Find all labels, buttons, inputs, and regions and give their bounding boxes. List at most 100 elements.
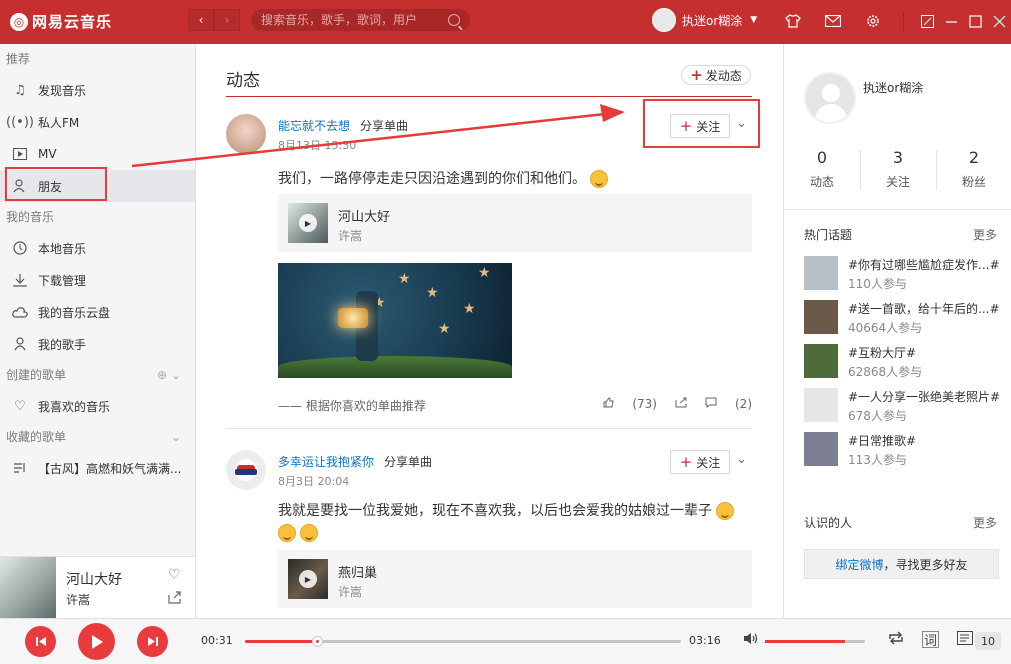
stat-dynamics[interactable]: 0 动态 bbox=[784, 148, 860, 190]
search-input[interactable] bbox=[261, 13, 448, 27]
play-icon[interactable]: ▶ bbox=[299, 214, 317, 232]
user-menu[interactable]: 执迷or糊涂 ▼ bbox=[652, 8, 757, 32]
topic-title[interactable]: #日常推歌# bbox=[848, 432, 1002, 449]
song-artist[interactable]: 许嵩 bbox=[338, 583, 362, 600]
topic-item[interactable]: #互粉大厅# 62868人参与 bbox=[804, 344, 1004, 382]
bind-weibo-button[interactable]: 绑定微博 ，寻找更多好友 bbox=[804, 549, 999, 579]
song-artist[interactable]: 许嵩 bbox=[338, 227, 362, 244]
profile-stats: 0 动态 3 关注 2 粉丝 bbox=[784, 148, 1011, 190]
play-icon[interactable]: ▶ bbox=[299, 570, 317, 588]
topic-title[interactable]: #互粉大厅# bbox=[848, 344, 1002, 361]
topic-title[interactable]: #你有过哪些尴尬症发作...# bbox=[848, 256, 1002, 273]
avatar[interactable] bbox=[226, 114, 266, 154]
add-playlist-icon[interactable]: ⊕ bbox=[157, 368, 167, 382]
song-title[interactable]: 河山大好 bbox=[338, 206, 390, 225]
sidebar-item-liked[interactable]: ♡ 我喜欢的音乐 bbox=[0, 390, 195, 422]
like-button[interactable]: (73) bbox=[603, 397, 657, 411]
stat-label: 关注 bbox=[885, 175, 910, 189]
follow-button[interactable]: + 关注 bbox=[670, 450, 730, 474]
sidebar-section-recommend: 推荐 bbox=[6, 52, 31, 66]
feed-timestamp: 8月3日 20:04 bbox=[278, 475, 350, 488]
topic-item[interactable]: #送一首歌，给十年后的...# 40664人参与 bbox=[804, 300, 1004, 338]
song-cover[interactable]: ▶ bbox=[288, 559, 328, 599]
topic-item[interactable]: #你有过哪些尴尬症发作...# 110人参与 bbox=[804, 256, 1004, 294]
topic-title[interactable]: #一人分享一张绝美老照片# bbox=[848, 388, 1002, 405]
forward-button[interactable]: › bbox=[214, 9, 240, 31]
chevron-down-icon[interactable]: ⌄ bbox=[171, 368, 181, 382]
maximize-icon[interactable] bbox=[965, 11, 985, 31]
skin-icon[interactable] bbox=[783, 11, 803, 31]
star-decoration-icon: ★ bbox=[463, 301, 476, 317]
sidebar-item-playlist[interactable]: 【古风】高燃和妖气满满... bbox=[0, 452, 195, 484]
settings-gear-icon[interactable] bbox=[863, 11, 883, 31]
chevron-down-icon[interactable]: ⌄ bbox=[736, 452, 747, 467]
stat-following[interactable]: 3 关注 bbox=[860, 148, 936, 190]
profile-username[interactable]: 执迷or糊涂 bbox=[863, 79, 923, 96]
album-cover[interactable] bbox=[0, 557, 56, 619]
play-button[interactable] bbox=[78, 623, 115, 660]
chevron-down-icon[interactable]: ▼ bbox=[750, 15, 757, 25]
sidebar-item-discover[interactable]: ♫ 发现音乐 bbox=[0, 74, 195, 106]
share-icon[interactable] bbox=[168, 591, 181, 608]
sidebar-item-label: 我的歌手 bbox=[38, 337, 87, 352]
avatar[interactable] bbox=[804, 72, 856, 124]
sidebar-item-local[interactable]: 本地音乐 bbox=[0, 232, 195, 264]
post-dynamic-button[interactable]: + 发动态 bbox=[681, 65, 751, 85]
share-button[interactable] bbox=[675, 397, 687, 411]
now-playing-panel[interactable]: 河山大好 许嵩 ♡ bbox=[0, 556, 196, 619]
sidebar-item-mv[interactable]: MV bbox=[0, 138, 195, 170]
hot-topics-more-link[interactable]: 更多 bbox=[973, 226, 997, 243]
like-heart-icon[interactable]: ♡ bbox=[168, 567, 181, 583]
image-grass bbox=[278, 356, 512, 378]
sidebar-item-singers[interactable]: 我的歌手 bbox=[0, 328, 195, 360]
song-card[interactable]: ▶ 燕归巢 许嵩 bbox=[278, 550, 752, 608]
search-box[interactable] bbox=[251, 9, 470, 31]
app-name: 网易云音乐 bbox=[32, 13, 113, 31]
search-icon[interactable] bbox=[448, 14, 460, 26]
share-icon bbox=[675, 397, 687, 408]
panel-divider bbox=[784, 209, 1011, 210]
download-icon bbox=[12, 272, 28, 288]
song-card[interactable]: ▶ 河山大好 许嵩 bbox=[278, 194, 752, 252]
bind-weibo-link[interactable]: 绑定微博 bbox=[835, 556, 883, 573]
player-bar: 00:31 03:16 词 10 bbox=[0, 618, 1011, 664]
stat-fans[interactable]: 2 粉丝 bbox=[936, 148, 1011, 190]
sidebar-item-fm[interactable]: ((•)) 私人FM bbox=[0, 106, 195, 138]
heart-icon: ♡ bbox=[14, 398, 26, 414]
next-track-button[interactable] bbox=[137, 626, 168, 657]
minimize-icon[interactable] bbox=[941, 11, 961, 31]
close-icon[interactable] bbox=[989, 11, 1009, 31]
sidebar-item-label: 我喜欢的音乐 bbox=[38, 399, 111, 414]
previous-track-button[interactable] bbox=[25, 626, 56, 657]
sidebar-item-download[interactable]: 下载管理 bbox=[0, 264, 195, 296]
known-people-more-link[interactable]: 更多 bbox=[973, 514, 997, 531]
topic-item[interactable]: #一人分享一张绝美老照片# 678人参与 bbox=[804, 388, 1004, 426]
volume-icon[interactable] bbox=[743, 632, 759, 649]
next-icon bbox=[147, 637, 158, 646]
playlist-icon[interactable] bbox=[957, 631, 973, 649]
feed-image[interactable]: ★ ★ ★ ★ ★ ★ bbox=[278, 263, 512, 378]
username[interactable]: 执迷or糊涂 bbox=[682, 12, 742, 29]
topic-item[interactable]: #日常推歌# 113人参与 bbox=[804, 432, 1004, 470]
back-button[interactable]: ‹ bbox=[188, 9, 214, 31]
topic-title[interactable]: #送一首歌，给十年后的...# bbox=[848, 300, 1002, 317]
lyrics-button[interactable]: 词 bbox=[922, 631, 939, 649]
mail-icon[interactable] bbox=[823, 11, 843, 31]
progress-bar[interactable] bbox=[245, 636, 681, 647]
feed-username[interactable]: 多幸运让我抱紧你 bbox=[278, 455, 374, 469]
avatar[interactable] bbox=[226, 450, 266, 490]
app-logo[interactable]: ◎ 网易云音乐 bbox=[10, 11, 112, 32]
song-cover[interactable]: ▶ bbox=[288, 203, 328, 243]
mini-mode-icon[interactable] bbox=[917, 11, 937, 31]
comment-button[interactable]: (2) bbox=[705, 397, 752, 411]
progress-knob[interactable] bbox=[311, 636, 323, 647]
feed-username[interactable]: 能忘就不去想 bbox=[278, 119, 350, 133]
feed-user-line: 多幸运让我抱紧你 分享单曲 bbox=[278, 453, 432, 470]
chevron-down-icon[interactable]: ⌄ bbox=[171, 422, 181, 452]
sidebar-item-label: 本地音乐 bbox=[38, 241, 87, 256]
sidebar-item-cloud[interactable]: 我的音乐云盘 bbox=[0, 296, 195, 328]
volume-slider[interactable] bbox=[765, 640, 865, 643]
song-title[interactable]: 燕归巢 bbox=[338, 562, 377, 581]
loop-mode-icon[interactable] bbox=[887, 631, 905, 649]
avatar[interactable] bbox=[652, 8, 676, 32]
